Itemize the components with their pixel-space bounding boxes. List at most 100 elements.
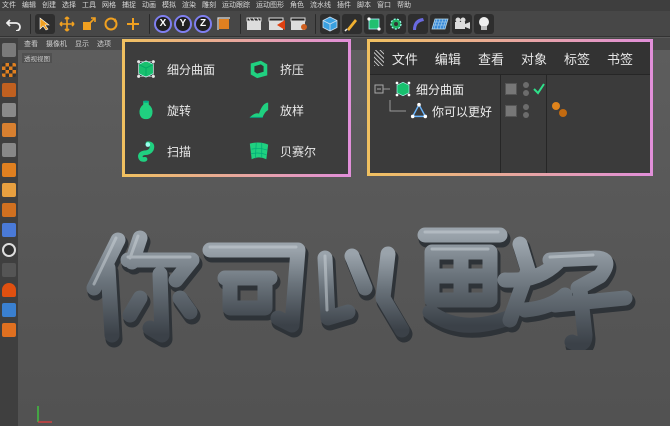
menu-item[interactable]: 编辑: [22, 0, 36, 11]
menu-item[interactable]: 脚本: [357, 0, 371, 11]
viewport-menu-view[interactable]: 查看: [24, 39, 38, 49]
viewport-menu-camera[interactable]: 摄像机: [46, 39, 67, 49]
menu-item[interactable]: 捕捉: [122, 0, 136, 11]
object-name[interactable]: 你可以更好: [432, 103, 492, 120]
cloner-button[interactable]: [386, 13, 406, 34]
add-tool-button[interactable]: [123, 14, 143, 34]
x-axis-lock-button[interactable]: X: [154, 14, 172, 33]
om-menu-tags[interactable]: 标签: [564, 49, 590, 68]
om-menu-view[interactable]: 查看: [478, 49, 504, 68]
menu-item[interactable]: 模拟: [162, 0, 176, 11]
deformer-button[interactable]: [408, 13, 428, 34]
tweak-mode-icon[interactable]: [2, 223, 16, 237]
snap-icon[interactable]: [2, 243, 16, 257]
coordinate-system-button[interactable]: [214, 14, 234, 34]
popup-item-lathe[interactable]: 旋转: [135, 99, 191, 121]
om-menu-object[interactable]: 对象: [521, 49, 547, 68]
object-name[interactable]: 细分曲面: [416, 81, 464, 98]
make-editable-icon[interactable]: [2, 43, 16, 57]
enabled-checkmark-icon[interactable]: [533, 83, 545, 95]
menu-item[interactable]: 窗口: [377, 0, 391, 11]
menu-item[interactable]: 渲染: [182, 0, 196, 11]
om-menu-bookmarks[interactable]: 书签: [607, 49, 633, 68]
points-mode-icon[interactable]: [2, 143, 16, 157]
magnet-icon[interactable]: [2, 283, 16, 297]
object-mode-icon[interactable]: [2, 123, 16, 137]
tree-collapse-icon[interactable]: [374, 81, 394, 97]
layer-toggle[interactable]: [505, 105, 517, 117]
viewport-menu-display[interactable]: 显示: [75, 39, 89, 49]
pen-tool-button[interactable]: [342, 13, 362, 34]
object-manager-panel: 文件 编辑 查看 对象 标签 书签 细分曲面 你可以更好: [367, 39, 653, 176]
undo-button[interactable]: [4, 14, 24, 34]
axis-mode-icon[interactable]: [2, 203, 16, 217]
z-axis-lock-button[interactable]: Z: [194, 14, 212, 33]
object-row[interactable]: 细分曲面: [370, 78, 650, 100]
menu-item[interactable]: 运动图形: [256, 0, 284, 11]
texture-mode-icon[interactable]: [2, 83, 16, 97]
toolbar-separator: [240, 13, 241, 34]
menu-item[interactable]: 动画: [142, 0, 156, 11]
light-button[interactable]: [474, 13, 494, 34]
workplane-icon[interactable]: [2, 303, 16, 317]
loft-icon: [248, 99, 270, 121]
popup-item-sweep[interactable]: 扫描: [135, 140, 191, 162]
viewport-label: 透视视图: [22, 53, 52, 63]
clapper-red-icon: [268, 17, 285, 30]
move-tool-button[interactable]: [57, 14, 77, 34]
panel-grip-icon[interactable]: [374, 50, 384, 66]
scale-icon: [83, 16, 96, 30]
camera-icon: [455, 17, 470, 29]
popup-item-bezier[interactable]: 贝赛尔: [248, 140, 316, 162]
cursor-icon: [39, 16, 50, 30]
scale-tool-button[interactable]: [79, 14, 99, 34]
floor-grid-icon: [431, 18, 449, 29]
subdivision-surface-icon: [395, 81, 411, 97]
plus-icon: [127, 17, 139, 30]
popup-item-extrude[interactable]: 挤压: [248, 58, 304, 80]
toolbar-separator: [149, 13, 150, 34]
popup-item-label: 细分曲面: [167, 62, 216, 77]
render-settings-button[interactable]: [289, 14, 309, 34]
om-menu-edit[interactable]: 编辑: [435, 49, 461, 68]
render-picture-viewer-button[interactable]: [267, 14, 287, 34]
menu-item[interactable]: 工具: [82, 0, 96, 11]
popup-item-label: 挤压: [280, 62, 305, 77]
cube-primitive-button[interactable]: [320, 13, 340, 34]
rotate-tool-button[interactable]: [101, 14, 121, 34]
material-tag-icon[interactable]: [550, 100, 570, 120]
visibility-dots[interactable]: [523, 104, 530, 118]
menu-item[interactable]: 文件: [2, 0, 16, 11]
floor-button[interactable]: [430, 13, 450, 34]
menu-item[interactable]: 雕刻: [202, 0, 216, 11]
camera-button[interactable]: [452, 13, 472, 34]
popup-item-subdivision-surface[interactable]: 细分曲面: [135, 58, 215, 80]
y-axis-lock-button[interactable]: Y: [174, 14, 192, 33]
rotate-icon: [104, 17, 118, 30]
menu-item[interactable]: 流水线: [310, 0, 331, 11]
viewport-menu-options[interactable]: 选项: [97, 39, 111, 49]
popup-item-loft[interactable]: 放样: [248, 99, 304, 121]
extruded-text-object[interactable]: [80, 200, 640, 350]
menu-item[interactable]: 插件: [337, 0, 351, 11]
render-view-button[interactable]: [245, 14, 265, 34]
edges-mode-icon[interactable]: [2, 163, 16, 177]
menu-item[interactable]: 选择: [62, 0, 76, 11]
menu-item[interactable]: 网格: [102, 0, 116, 11]
menu-item[interactable]: 运动跟踪: [222, 0, 250, 11]
polygons-mode-icon[interactable]: [2, 183, 16, 197]
select-tool-button[interactable]: [35, 13, 55, 34]
menu-item[interactable]: 角色: [290, 0, 304, 11]
model-mode-icon[interactable]: [2, 103, 16, 117]
extrude-icon: [248, 58, 270, 80]
visibility-dots[interactable]: [523, 82, 530, 96]
om-menu-file[interactable]: 文件: [392, 49, 418, 68]
solo-icon[interactable]: [2, 323, 16, 337]
subdivision-generator-button[interactable]: [364, 13, 384, 34]
menu-item[interactable]: 创建: [42, 0, 56, 11]
menu-item[interactable]: 帮助: [397, 0, 411, 11]
object-row[interactable]: 你可以更好: [370, 100, 650, 122]
layer-toggle[interactable]: [505, 83, 517, 95]
lock-workplane-icon[interactable]: [2, 263, 16, 277]
checker-icon[interactable]: [2, 63, 16, 77]
